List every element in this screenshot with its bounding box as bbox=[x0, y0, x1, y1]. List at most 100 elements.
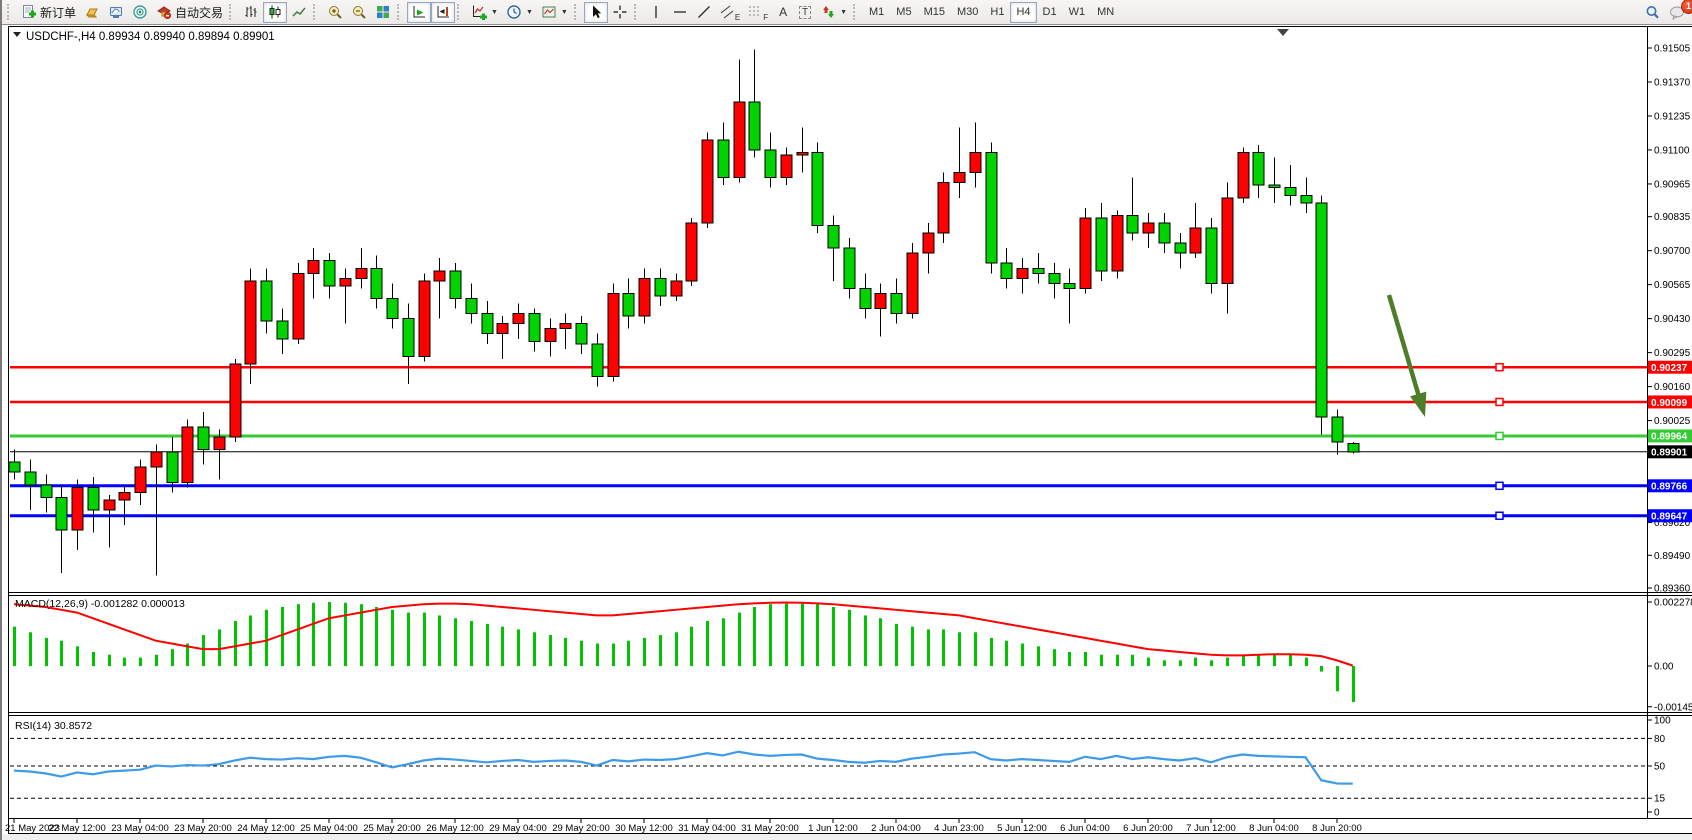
toolbar-grab-handle[interactable] bbox=[853, 4, 859, 20]
zoom-in-button[interactable] bbox=[323, 2, 347, 23]
toolbar-grab-handle[interactable] bbox=[397, 4, 403, 20]
macd-bar bbox=[344, 603, 347, 666]
macd-bar bbox=[659, 635, 662, 666]
chart-canvas[interactable]: USDCHF-,H4 0.89934 0.89940 0.89894 0.899… bbox=[2, 25, 1692, 840]
auto-trading-icon bbox=[156, 4, 172, 20]
candle-body bbox=[277, 321, 288, 339]
hline-handle[interactable] bbox=[1496, 512, 1503, 519]
signals-button[interactable] bbox=[128, 2, 152, 23]
macd-bar bbox=[470, 621, 473, 666]
macd-axis-label: 0.00 bbox=[1654, 662, 1674, 673]
timeframe-m1-button[interactable]: M1 bbox=[863, 2, 890, 23]
timeframe-m30-button[interactable]: M30 bbox=[951, 2, 984, 23]
timeframe-m15-button[interactable]: M15 bbox=[918, 2, 951, 23]
periods-caret: ▼ bbox=[526, 9, 533, 16]
bar-chart-type-button[interactable] bbox=[239, 2, 263, 23]
candle-body bbox=[119, 492, 130, 500]
price-tick-label: 0.90965 bbox=[1654, 179, 1691, 190]
toolbar-grab-handle[interactable] bbox=[313, 4, 319, 20]
hline-handle[interactable] bbox=[1496, 432, 1503, 439]
macd-bar bbox=[1194, 658, 1197, 666]
candle-body bbox=[986, 152, 997, 263]
community-button[interactable] bbox=[104, 2, 128, 23]
candle-body bbox=[938, 183, 949, 233]
time-label: 25 May 04:00 bbox=[300, 823, 358, 834]
fibonacci-button[interactable]: F bbox=[744, 2, 772, 23]
rsi-axis-label: 15 bbox=[1654, 794, 1666, 805]
candle bbox=[1080, 208, 1091, 294]
macd-bar bbox=[832, 607, 835, 666]
new-order-button[interactable]: 新订单 bbox=[17, 2, 80, 23]
chart-shift-button[interactable] bbox=[431, 2, 455, 23]
auto-trading-button[interactable]: 自动交易 bbox=[152, 2, 227, 23]
candle-body bbox=[734, 102, 745, 178]
candle bbox=[907, 243, 918, 319]
arrows-button[interactable]: ▼ bbox=[816, 2, 851, 23]
time-label: 25 May 20:00 bbox=[363, 823, 421, 834]
candle-body bbox=[749, 102, 760, 150]
time-label: 31 May 20:00 bbox=[741, 823, 799, 834]
indicators-button[interactable]: ▼ bbox=[467, 2, 502, 23]
periods-button[interactable]: ▼ bbox=[502, 2, 537, 23]
macd-bar bbox=[297, 604, 300, 666]
text-t-icon: T bbox=[799, 6, 811, 19]
search-button[interactable] bbox=[1640, 2, 1665, 23]
candle-body bbox=[686, 223, 697, 281]
main-toolbar: 新订单 bbox=[2, 0, 1692, 25]
tile-windows-button[interactable] bbox=[371, 2, 395, 23]
macd-bar bbox=[1147, 658, 1150, 666]
horizontal-line-button[interactable] bbox=[668, 2, 692, 23]
macd-bar bbox=[265, 610, 268, 666]
candle-body bbox=[891, 293, 902, 313]
macd-bar bbox=[60, 641, 63, 666]
timeframe-m5-button[interactable]: M5 bbox=[890, 2, 917, 23]
new-order-label: 新订单 bbox=[40, 4, 76, 21]
trendline-button[interactable] bbox=[692, 2, 716, 23]
templates-button[interactable]: ▼ bbox=[537, 2, 572, 23]
toolbar-grab-handle[interactable] bbox=[634, 4, 640, 20]
cursor-button[interactable] bbox=[584, 2, 608, 23]
candle bbox=[1316, 195, 1327, 434]
toolbar-grab-handle[interactable] bbox=[574, 4, 580, 20]
price-tick-label: 0.90835 bbox=[1654, 212, 1691, 223]
candle-body bbox=[41, 485, 52, 498]
candle-body bbox=[497, 324, 508, 334]
text-label-button[interactable]: T bbox=[794, 2, 816, 23]
auto-scroll-button[interactable] bbox=[407, 2, 431, 23]
timeframe-mn-button[interactable]: MN bbox=[1091, 2, 1120, 23]
toolbar-grab-handle[interactable] bbox=[7, 4, 13, 20]
timeframe-h4-button[interactable]: H4 bbox=[1010, 2, 1036, 23]
line-chart-type-button[interactable] bbox=[287, 2, 311, 23]
candle-body bbox=[434, 271, 445, 281]
macd-bar bbox=[690, 627, 693, 666]
macd-bar bbox=[155, 655, 158, 666]
candle bbox=[1238, 147, 1249, 202]
candle-body bbox=[88, 487, 99, 510]
text-a-icon: A bbox=[779, 5, 787, 19]
zoom-out-button[interactable] bbox=[347, 2, 371, 23]
toolbar-grab-handle[interactable] bbox=[457, 4, 463, 20]
channel-icon bbox=[720, 4, 734, 20]
time-label: 1 Jun 12:00 bbox=[808, 823, 858, 834]
timeframe-h1-button[interactable]: H1 bbox=[984, 2, 1010, 23]
vertical-line-button[interactable] bbox=[644, 2, 668, 23]
candlestick-type-button[interactable] bbox=[263, 2, 287, 23]
macd-bar bbox=[1226, 658, 1229, 666]
candle bbox=[812, 142, 823, 233]
toolbar-grab-handle[interactable] bbox=[229, 4, 235, 20]
hline-handle[interactable] bbox=[1496, 364, 1503, 371]
candle-body bbox=[356, 268, 367, 278]
candle-body bbox=[1348, 443, 1359, 451]
equidistant-channel-button[interactable]: E bbox=[716, 2, 744, 23]
notifications-button[interactable]: 1 bbox=[1665, 2, 1691, 23]
crosshair-button[interactable] bbox=[608, 2, 632, 23]
text-button[interactable]: A bbox=[772, 2, 794, 23]
hline-handle[interactable] bbox=[1496, 398, 1503, 405]
timeframe-w1-button[interactable]: W1 bbox=[1063, 2, 1092, 23]
indicators-icon bbox=[471, 4, 487, 20]
hline-handle[interactable] bbox=[1496, 482, 1503, 489]
timeframe-d1-button[interactable]: D1 bbox=[1037, 2, 1063, 23]
macd-bar bbox=[927, 629, 930, 666]
metaeditor-button[interactable] bbox=[80, 2, 104, 23]
notification-badge: 1 bbox=[1681, 0, 1692, 14]
